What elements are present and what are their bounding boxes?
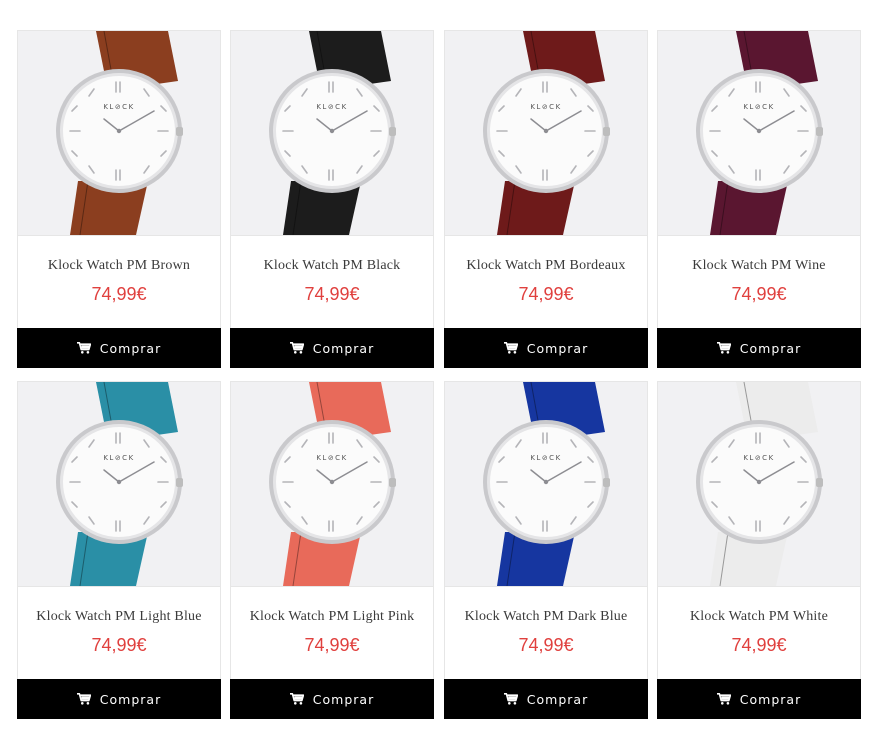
watch-illustration: KL⊘CK [445, 31, 647, 235]
buy-button[interactable]: Comprar [657, 679, 861, 719]
brand-logo-text: KL⊘CK [103, 103, 134, 111]
buy-button-label: Comprar [526, 340, 589, 356]
buy-button[interactable]: Comprar [17, 328, 221, 368]
watch-illustration: KL⊘CK [658, 382, 860, 586]
product-name[interactable]: Klock Watch PM Wine [658, 258, 860, 274]
buy-button[interactable]: Comprar [17, 679, 221, 719]
shopping-cart-icon [503, 693, 518, 705]
buy-button[interactable]: Comprar [230, 679, 434, 719]
buy-button[interactable]: Comprar [657, 328, 861, 368]
product-name[interactable]: Klock Watch PM Bordeaux [445, 258, 647, 274]
product-info: Klock Watch PM Bordeaux 74,99€ [445, 235, 647, 329]
product-price: 74,99€ [731, 635, 787, 655]
product-image[interactable]: KL⊘CK [231, 31, 433, 235]
product-price: 74,99€ [518, 284, 574, 304]
watch-illustration: KL⊘CK [445, 382, 647, 586]
shopping-cart-icon [716, 342, 731, 354]
product-image[interactable]: KL⊘CK [18, 31, 220, 235]
product-card: KL⊘CK Klock Watch PM White 74,99€ Compra… [657, 381, 861, 719]
buy-button-label: Comprar [99, 691, 162, 707]
product-price: 74,99€ [91, 284, 147, 304]
shopping-cart-icon [76, 342, 91, 354]
brand-logo-text: KL⊘CK [743, 454, 774, 462]
product-price: 74,99€ [731, 284, 787, 304]
watch-illustration: KL⊘CK [231, 31, 433, 235]
watch-illustration: KL⊘CK [18, 382, 220, 586]
watch-illustration: KL⊘CK [231, 382, 433, 586]
buy-button[interactable]: Comprar [230, 328, 434, 368]
product-card: KL⊘CK Klock Watch PM Wine 74,99€ Comprar [657, 30, 861, 368]
product-card: KL⊘CK Klock Watch PM Black 74,99€ Compra… [230, 30, 434, 368]
brand-logo-text: KL⊘CK [743, 103, 774, 111]
shopping-cart-icon [76, 693, 91, 705]
product-info: Klock Watch PM Light Pink 74,99€ [231, 586, 433, 680]
product-image[interactable]: KL⊘CK [18, 382, 220, 586]
product-price: 74,99€ [91, 635, 147, 655]
product-card: KL⊘CK Klock Watch PM Dark Blue 74,99€ Co… [444, 381, 648, 719]
product-image[interactable]: KL⊘CK [445, 382, 647, 586]
buy-button-label: Comprar [99, 340, 162, 356]
buy-button-label: Comprar [526, 691, 589, 707]
product-card: KL⊘CK Klock Watch PM Light Blue 74,99€ C… [17, 381, 221, 719]
buy-button-label: Comprar [739, 340, 802, 356]
shopping-cart-icon [289, 693, 304, 705]
product-card: KL⊘CK Klock Watch PM Light Pink 74,99€ C… [230, 381, 434, 719]
product-card: KL⊘CK Klock Watch PM Brown 74,99€ Compra… [17, 30, 221, 368]
product-image[interactable]: KL⊘CK [231, 382, 433, 586]
brand-logo-text: KL⊘CK [530, 454, 561, 462]
watch-illustration: KL⊘CK [18, 31, 220, 235]
brand-logo-text: KL⊘CK [316, 103, 347, 111]
shopping-cart-icon [289, 342, 304, 354]
buy-button-label: Comprar [312, 691, 375, 707]
product-name[interactable]: Klock Watch PM Black [231, 258, 433, 274]
product-name[interactable]: Klock Watch PM Light Blue [18, 609, 220, 625]
product-image[interactable]: KL⊘CK [445, 31, 647, 235]
buy-button-label: Comprar [739, 691, 802, 707]
product-price: 74,99€ [304, 635, 360, 655]
watch-illustration: KL⊘CK [658, 31, 860, 235]
product-price: 74,99€ [304, 284, 360, 304]
shopping-cart-icon [503, 342, 518, 354]
product-info: Klock Watch PM White 74,99€ [658, 586, 860, 680]
product-name[interactable]: Klock Watch PM Brown [18, 258, 220, 274]
product-price: 74,99€ [518, 635, 574, 655]
buy-button[interactable]: Comprar [444, 679, 648, 719]
buy-button[interactable]: Comprar [444, 328, 648, 368]
product-info: Klock Watch PM Light Blue 74,99€ [18, 586, 220, 680]
product-card: KL⊘CK Klock Watch PM Bordeaux 74,99€ Com… [444, 30, 648, 368]
product-image[interactable]: KL⊘CK [658, 382, 860, 586]
shopping-cart-icon [716, 693, 731, 705]
product-name[interactable]: Klock Watch PM Dark Blue [445, 609, 647, 625]
brand-logo-text: KL⊘CK [316, 454, 347, 462]
product-info: Klock Watch PM Black 74,99€ [231, 235, 433, 329]
product-info: Klock Watch PM Brown 74,99€ [18, 235, 220, 329]
product-image[interactable]: KL⊘CK [658, 31, 860, 235]
brand-logo-text: KL⊘CK [103, 454, 134, 462]
buy-button-label: Comprar [312, 340, 375, 356]
product-name[interactable]: Klock Watch PM Light Pink [231, 609, 433, 625]
product-name[interactable]: Klock Watch PM White [658, 609, 860, 625]
brand-logo-text: KL⊘CK [530, 103, 561, 111]
product-info: Klock Watch PM Dark Blue 74,99€ [445, 586, 647, 680]
product-info: Klock Watch PM Wine 74,99€ [658, 235, 860, 329]
